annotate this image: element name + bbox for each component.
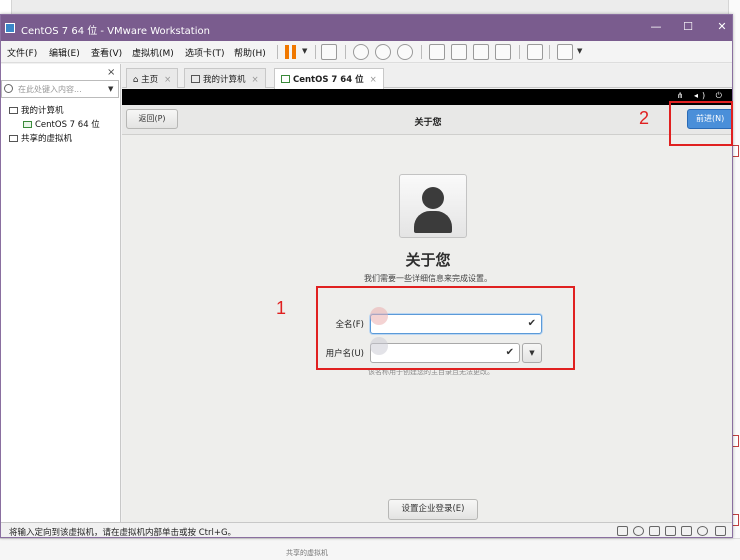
- status-bar: 将输入定向到该虚拟机，请在虚拟机内部单击或按 Ctrl+G。: [1, 522, 732, 538]
- shared-vm-icon: [9, 135, 18, 142]
- vm-icon: [23, 121, 32, 128]
- toolbar-separator: [315, 45, 316, 59]
- pause-dropdown-icon[interactable]: ▼: [302, 47, 307, 55]
- menu-vm[interactable]: 虚拟机(M): [132, 46, 174, 59]
- library-sidebar: × 在此处键入内容... ▼ 我的计算机 CentOS 7 64 位 共享的虚拟…: [1, 64, 121, 522]
- annotation-box-1: [316, 286, 575, 370]
- library-search-input[interactable]: 在此处键入内容... ▼: [1, 80, 119, 98]
- avatar-icon-body: [414, 211, 452, 233]
- tree-item-shared-vms[interactable]: 共享的虚拟机: [9, 132, 72, 144]
- computer-icon: [9, 107, 18, 114]
- network-icon[interactable]: [649, 526, 660, 536]
- menu-help[interactable]: 帮助(H): [234, 46, 266, 59]
- menu-file[interactable]: 文件(F): [7, 46, 37, 59]
- toolbar-separator: [519, 45, 520, 59]
- search-placeholder: 在此处键入内容...: [18, 85, 82, 94]
- menu-view[interactable]: 查看(V): [91, 46, 122, 59]
- annotation-number-2: 2: [639, 108, 650, 128]
- toolbar-separator: [421, 45, 422, 59]
- computer-icon: [191, 75, 200, 83]
- tab-home[interactable]: ⌂ 主页 ×: [126, 68, 179, 88]
- library-close-icon[interactable]: ×: [107, 67, 115, 78]
- background-bottom-text: 共享的虚拟机: [286, 549, 328, 557]
- display-icon[interactable]: [697, 526, 708, 536]
- minimize-button[interactable]: —: [647, 19, 665, 35]
- menu-edit[interactable]: 编辑(E): [49, 46, 80, 59]
- hard-disk-icon[interactable]: [617, 526, 628, 536]
- close-button[interactable]: ✕: [713, 19, 731, 35]
- cd-icon[interactable]: [633, 526, 644, 536]
- usb-icon[interactable]: [665, 526, 676, 536]
- home-icon: ⌂: [133, 75, 142, 85]
- full-screen-icon[interactable]: [473, 44, 489, 60]
- tab-close-icon[interactable]: ×: [252, 75, 259, 85]
- show-library-icon[interactable]: [429, 44, 445, 60]
- tab-close-icon[interactable]: ×: [370, 75, 377, 85]
- menu-tabs[interactable]: 选项卡(T): [185, 46, 225, 59]
- tab-my-computer[interactable]: 我的计算机 ×: [184, 68, 266, 88]
- title-bar: CentOS 7 64 位 - VMware Workstation — ☐ ✕: [1, 15, 732, 41]
- avatar-icon: [422, 187, 444, 209]
- tree-item-centos[interactable]: CentOS 7 64 位: [23, 118, 100, 130]
- sound-icon[interactable]: [681, 526, 692, 536]
- tab-bar: ⌂ 主页 × 我的计算机 × CentOS 7 64 位 ×: [122, 64, 732, 89]
- guest-status-icons[interactable]: ⋔ ◂) ⏻: [677, 91, 726, 101]
- snapshot-manager-icon[interactable]: [397, 44, 413, 60]
- unity-icon[interactable]: [495, 44, 511, 60]
- toolbar-separator: [345, 45, 346, 59]
- pause-icon[interactable]: [285, 45, 297, 59]
- status-text: 将输入定向到该虚拟机，请在虚拟机内部单击或按 Ctrl+G。: [9, 528, 237, 538]
- stretch-dropdown-icon[interactable]: ▼: [577, 47, 582, 55]
- avatar-button[interactable]: [399, 174, 467, 238]
- annotation-number-1: 1: [276, 298, 287, 318]
- snapshot-icon[interactable]: [353, 44, 369, 60]
- search-icon: [4, 84, 13, 93]
- tree-item-my-computer[interactable]: 我的计算机: [9, 104, 64, 116]
- vm-icon: [281, 75, 290, 83]
- guest-top-bar: ⋔ ◂) ⏻: [122, 89, 732, 105]
- tab-centos[interactable]: CentOS 7 64 位 ×: [274, 68, 384, 89]
- page-title: 关于您: [405, 251, 451, 269]
- send-keys-icon[interactable]: [321, 44, 337, 60]
- search-dropdown-icon[interactable]: ▼: [108, 85, 113, 93]
- background-bottom-strip: [0, 538, 740, 560]
- stretch-guest-icon[interactable]: [557, 44, 573, 60]
- toolbar-separator: [277, 45, 278, 59]
- message-icon[interactable]: [715, 526, 726, 536]
- thumbnail-bar-icon[interactable]: [451, 44, 467, 60]
- vmware-app-icon: [5, 23, 15, 33]
- toolbar-separator: [549, 45, 550, 59]
- revert-snapshot-icon[interactable]: [375, 44, 391, 60]
- vmware-window: CentOS 7 64 位 - VMware Workstation — ☐ ✕…: [0, 14, 733, 538]
- annotation-box-2: [669, 101, 733, 146]
- tab-close-icon[interactable]: ×: [164, 75, 171, 85]
- window-title: CentOS 7 64 位 - VMware Workstation: [21, 26, 210, 37]
- enterprise-login-button[interactable]: 设置企业登录(E): [388, 499, 478, 520]
- maximize-button[interactable]: ☐: [679, 19, 697, 35]
- page-subtitle: 我们需要一些详细信息来完成设置。: [364, 274, 492, 283]
- console-view-icon[interactable]: [527, 44, 543, 60]
- menu-bar: 文件(F) 编辑(E) 查看(V) 虚拟机(M) 选项卡(T) 帮助(H) ▼ …: [1, 41, 732, 63]
